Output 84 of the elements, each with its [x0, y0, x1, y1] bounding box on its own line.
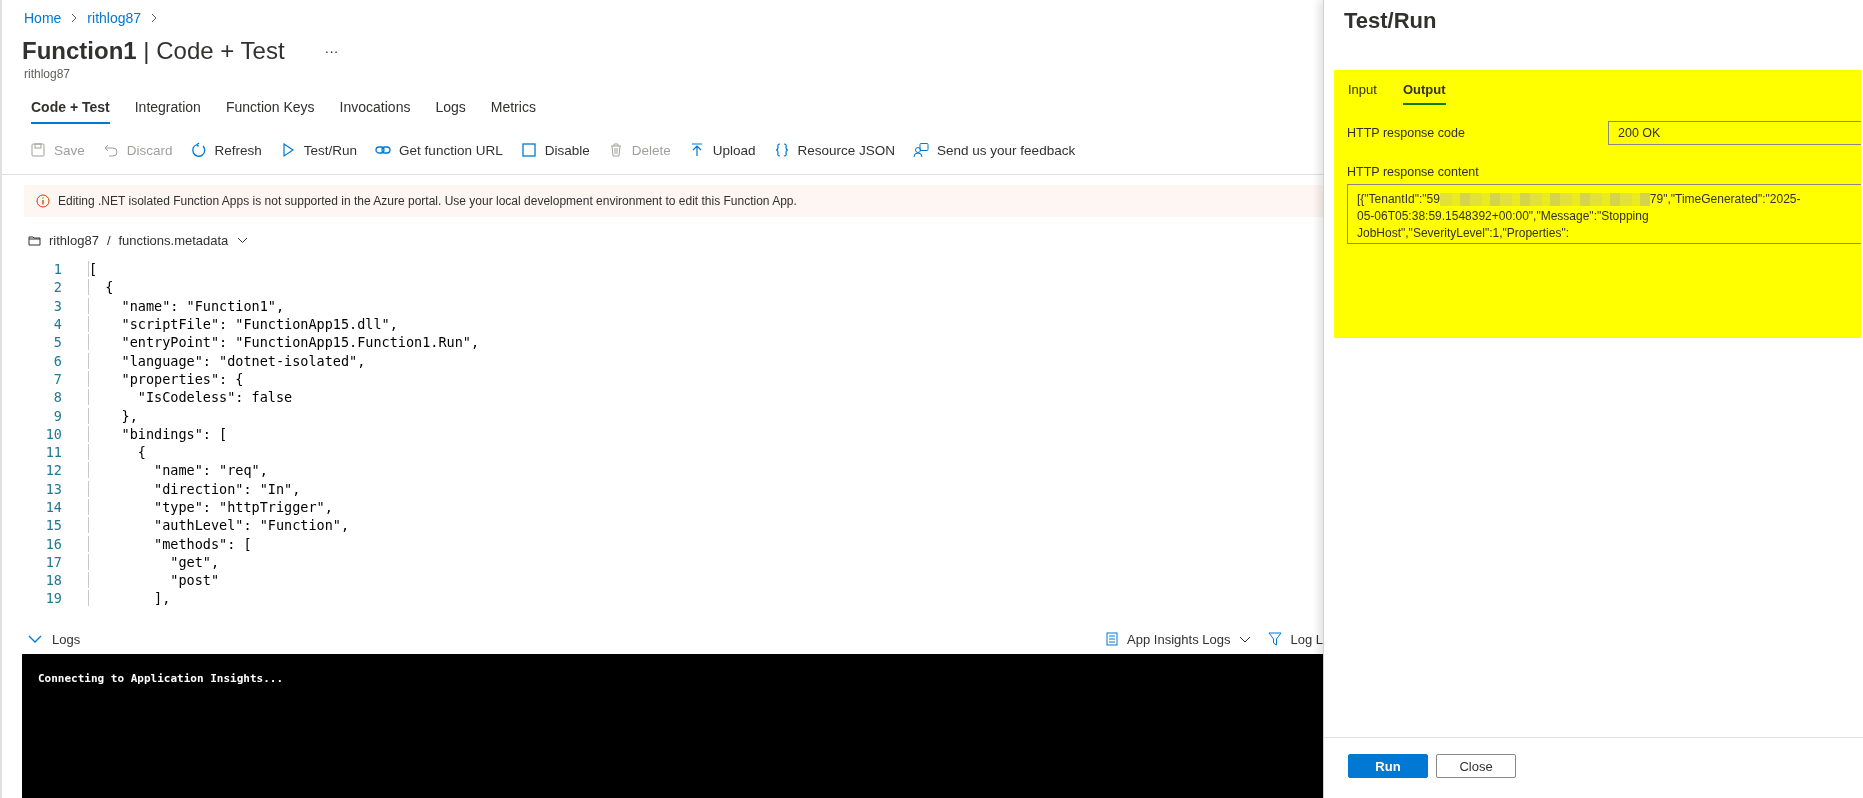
page-subtitle: rithlog87	[23, 66, 72, 81]
tab[interactable]: Code + Test	[31, 95, 110, 124]
refresh-icon	[190, 142, 207, 158]
console-text: Connecting to Application Insights...	[38, 672, 284, 685]
warning-text: Editing .NET isolated Function Apps is not supported in the Azure portal. Use your local development environment to edit this Function App.	[58, 194, 797, 208]
code-line: "post"	[88, 572, 220, 589]
tab[interactable]: Invocations	[339, 95, 411, 124]
log-source-dropdown[interactable]: App Insights Logs	[1105, 631, 1253, 647]
panel-tab[interactable]: Input	[1348, 82, 1377, 105]
line-number: 1	[52, 261, 62, 278]
code-line: [	[88, 261, 98, 278]
line-number: 2	[52, 279, 62, 296]
code-line: "get",	[88, 553, 220, 570]
line-number: 9	[52, 407, 62, 424]
tab[interactable]: Function Keys	[225, 95, 315, 124]
line-number: 14	[44, 499, 62, 515]
code-line: "language": "dotnet-isolated",	[88, 352, 366, 369]
run-button[interactable]: Run	[1348, 754, 1428, 778]
filter-icon	[1268, 632, 1283, 646]
line-number: 13	[44, 480, 62, 497]
line-number: 5	[52, 334, 62, 351]
code-line: "name": "req",	[88, 462, 268, 479]
braces-icon	[773, 142, 790, 158]
folder-icon	[28, 234, 41, 247]
breadcrumb-link[interactable]: Home	[24, 10, 62, 26]
chevron-down-icon	[28, 634, 42, 644]
line-number: 11	[44, 444, 62, 461]
panel-tab[interactable]: Output	[1402, 82, 1446, 105]
path-label: /	[106, 233, 111, 248]
line-number: 18	[44, 572, 62, 589]
code-line: "bindings": [	[88, 425, 228, 442]
code-line: {	[88, 279, 114, 296]
line-number: 10	[44, 425, 62, 442]
page-title: Function1 | Code + Test	[22, 37, 285, 65]
toolbar-button[interactable]: Refresh	[190, 142, 262, 158]
line-number: 4	[52, 316, 62, 333]
more-button[interactable]: ···	[318, 42, 345, 60]
toolbar-button[interactable]: Send us your feedback	[913, 142, 1076, 158]
feedback-icon	[913, 142, 930, 158]
line-number: 3	[52, 297, 62, 314]
field-label: HTTP response content	[1347, 165, 1480, 179]
code-line: "entryPoint": "FunctionApp15.Function1.Run",	[88, 334, 480, 351]
path-label: rithlog87	[49, 233, 99, 248]
panel-title: Test/Run	[1343, 7, 1438, 35]
line-number: 8	[52, 389, 62, 406]
code-line: "direction": "In",	[88, 480, 301, 497]
toolbar-button[interactable]: Resource JSON	[773, 142, 896, 158]
line-number: 7	[52, 370, 62, 387]
code-line: "type": "httpTrigger",	[88, 499, 333, 515]
undo-icon	[102, 142, 119, 158]
toolbar-button[interactable]: Disable	[520, 142, 590, 158]
tab[interactable]: Logs	[435, 95, 466, 124]
logs-toggle[interactable]: Logs	[28, 631, 81, 647]
field-label: HTTP response code	[1347, 126, 1466, 140]
line-number: 19	[44, 590, 62, 607]
line-number: 16	[44, 535, 62, 552]
code-line: "IsCodeless": false	[88, 389, 293, 406]
code-line: "methods": [	[88, 535, 252, 552]
line-number: 12	[44, 462, 62, 479]
code-line: {	[88, 444, 146, 461]
code-line: },	[88, 407, 138, 424]
code-line: ],	[88, 590, 171, 607]
close-button[interactable]: Close	[1436, 754, 1516, 778]
line-number: 6	[52, 352, 62, 369]
save-icon	[30, 142, 46, 158]
line-number: 15	[44, 517, 62, 534]
toolbar-button[interactable]: Upload	[688, 142, 756, 158]
response-content-field[interactable]: [{"TenantId":"59 79","TimeGenerated":"2025-05-06T05:38:59.1548392+00:00","Message":"Stopping JobHost","SeverityLevel":1,"Properties":	[1347, 184, 1861, 244]
document-icon	[1105, 632, 1120, 646]
code-line: "authLevel": "Function",	[88, 517, 350, 534]
breadcrumb-link[interactable]: rithlog87	[87, 10, 142, 26]
response-code-field[interactable]: 200 OK	[1608, 121, 1861, 145]
info-icon	[36, 194, 50, 208]
line-number: 17	[44, 553, 62, 570]
log-filter-button[interactable]: Log L	[1268, 631, 1323, 647]
code-line: "properties": {	[88, 370, 244, 387]
toolbar-button[interactable]: Test/Run	[279, 142, 358, 158]
code-line: "name": "Function1",	[88, 297, 285, 314]
toolbar-button[interactable]: Get function URL	[375, 142, 503, 158]
checkbox-icon	[520, 142, 537, 158]
tab[interactable]: Integration	[134, 95, 201, 124]
code-line: "scriptFile": "FunctionApp15.dll",	[88, 316, 398, 333]
tab[interactable]: Metrics	[490, 95, 536, 124]
path-label: functions.metadata	[118, 233, 229, 248]
